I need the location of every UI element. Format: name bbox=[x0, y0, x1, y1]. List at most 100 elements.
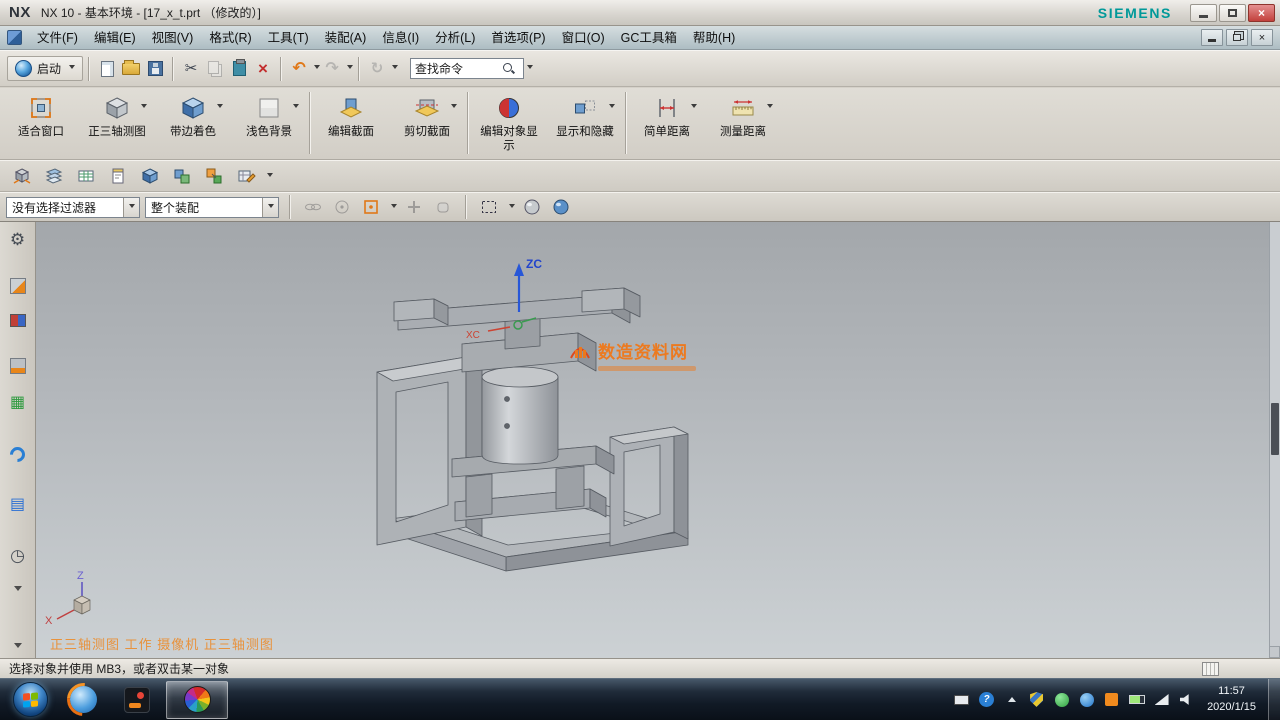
menu-information[interactable]: 信息(I) bbox=[374, 27, 427, 49]
menu-analysis[interactable]: 分析(L) bbox=[427, 27, 483, 49]
copy-button[interactable] bbox=[203, 56, 227, 82]
arrangements-edit-button[interactable] bbox=[232, 163, 260, 190]
keyboard-icon[interactable] bbox=[953, 691, 970, 708]
dropdown-caret-icon[interactable] bbox=[609, 104, 615, 111]
open-file-button[interactable] bbox=[119, 56, 143, 82]
taskbar-nx-button[interactable] bbox=[166, 681, 228, 719]
tray-expand-icon[interactable] bbox=[1003, 691, 1020, 708]
part-navigator-icon[interactable] bbox=[8, 356, 28, 376]
measure-distance-button[interactable]: 测量距离 bbox=[705, 90, 781, 156]
snap-caret-icon[interactable] bbox=[391, 204, 397, 211]
chevron-down-icon[interactable] bbox=[14, 586, 22, 595]
fit-window-button[interactable]: 适合窗口 bbox=[3, 90, 79, 156]
component-table-button[interactable] bbox=[72, 163, 100, 190]
minimize-button[interactable] bbox=[1190, 4, 1217, 22]
dropdown-caret-icon[interactable] bbox=[451, 104, 457, 111]
highlight-toggle-button[interactable] bbox=[520, 195, 544, 220]
dropdown-caret-icon[interactable] bbox=[691, 104, 697, 111]
save-button[interactable] bbox=[143, 56, 167, 82]
start-menu-button[interactable]: 启动 bbox=[7, 56, 83, 81]
taskbar-clock[interactable]: 11:57 2020/1/15 bbox=[1201, 684, 1268, 715]
combo-caret-button[interactable] bbox=[262, 198, 278, 217]
cut-button[interactable]: ✂ bbox=[179, 56, 203, 82]
mdi-restore-button[interactable] bbox=[1226, 29, 1248, 46]
menu-help[interactable]: 帮助(H) bbox=[685, 27, 743, 49]
menu-file[interactable]: 文件(F) bbox=[29, 27, 86, 49]
menu-window[interactable]: 窗口(O) bbox=[554, 27, 613, 49]
volume-icon[interactable] bbox=[1178, 691, 1195, 708]
search-dropdown-caret-icon[interactable] bbox=[527, 65, 533, 72]
mdi-minimize-button[interactable] bbox=[1201, 29, 1223, 46]
menu-preferences[interactable]: 首选项(P) bbox=[483, 27, 553, 49]
dropdown-caret-icon[interactable] bbox=[217, 104, 223, 111]
update-icon[interactable] bbox=[1103, 691, 1120, 708]
gear-icon[interactable]: ⚙ bbox=[8, 230, 28, 250]
messenger-icon[interactable] bbox=[1078, 691, 1095, 708]
redo-dropdown-caret-icon[interactable] bbox=[347, 65, 353, 72]
rectangle-select-button[interactable] bbox=[477, 195, 501, 220]
knowledge-book-icon[interactable]: ▤ bbox=[8, 494, 28, 514]
repeat-dropdown-caret-icon[interactable] bbox=[392, 65, 398, 72]
reuse-library-icon[interactable]: ▦ bbox=[8, 392, 28, 412]
menu-gc-toolbox[interactable]: GC工具箱 bbox=[613, 27, 685, 49]
viewport-scrollbar[interactable] bbox=[1269, 222, 1280, 646]
new-file-button[interactable] bbox=[95, 56, 119, 82]
menu-assembly[interactable]: 装配(A) bbox=[317, 27, 375, 49]
edit-object-display-button[interactable]: 编辑对象显示 bbox=[471, 90, 547, 156]
cad-model[interactable]: ZC XC Z X bbox=[36, 222, 1280, 658]
snap-settings-button[interactable] bbox=[359, 195, 383, 220]
web-browser-icon[interactable] bbox=[8, 444, 28, 464]
wave-geometry-button[interactable] bbox=[200, 163, 228, 190]
security-shield-icon[interactable] bbox=[1028, 691, 1045, 708]
undo-button[interactable]: ↶ bbox=[287, 56, 311, 82]
command-search-box[interactable] bbox=[410, 58, 524, 79]
light-background-button[interactable]: 浅色背景 bbox=[231, 90, 307, 156]
component-report-button[interactable] bbox=[104, 163, 132, 190]
assembly-constraints-button[interactable] bbox=[168, 163, 196, 190]
combo-caret-button[interactable] bbox=[123, 198, 139, 217]
paste-button[interactable] bbox=[227, 56, 251, 82]
clip-section-button[interactable]: 剪切截面 bbox=[389, 90, 465, 156]
dropdown-caret-icon[interactable] bbox=[293, 104, 299, 111]
maximize-button[interactable] bbox=[1219, 4, 1246, 22]
taskbar-app-button[interactable] bbox=[113, 681, 160, 719]
mdi-close-button[interactable]: × bbox=[1251, 29, 1273, 46]
chevron-down-icon[interactable] bbox=[14, 643, 22, 652]
add-component-button[interactable] bbox=[136, 163, 164, 190]
assembly-navigator-icon[interactable] bbox=[8, 276, 28, 296]
dropdown-caret-icon[interactable] bbox=[767, 104, 773, 111]
menu-tools[interactable]: 工具(T) bbox=[260, 27, 317, 49]
repeat-command-button[interactable]: ↻ bbox=[365, 56, 389, 82]
network-icon[interactable] bbox=[1153, 691, 1170, 708]
graphics-viewport[interactable]: ZC XC Z X bbox=[36, 222, 1280, 658]
snap-point-button[interactable] bbox=[330, 195, 354, 220]
history-clock-icon[interactable]: ◷ bbox=[8, 546, 28, 566]
close-button[interactable]: × bbox=[1248, 4, 1275, 22]
assembly-layers-button[interactable] bbox=[40, 163, 68, 190]
redo-button[interactable]: ↷ bbox=[320, 56, 344, 82]
simple-distance-button[interactable]: 简单距离 bbox=[629, 90, 705, 156]
menu-format[interactable]: 格式(R) bbox=[201, 27, 259, 49]
delete-button[interactable]: × bbox=[251, 56, 275, 82]
selection-scope-combo[interactable]: 整个装配 bbox=[145, 197, 279, 218]
interpart-link-button[interactable] bbox=[301, 195, 325, 220]
scrollbar-thumb[interactable] bbox=[1271, 403, 1279, 455]
start-orb-button[interactable] bbox=[13, 682, 48, 717]
dropdown-caret-icon[interactable] bbox=[141, 104, 147, 111]
assembly-more-caret-icon[interactable] bbox=[267, 173, 273, 180]
edit-section-button[interactable]: 编辑截面 bbox=[313, 90, 389, 156]
constraint-navigator-icon[interactable] bbox=[8, 310, 28, 330]
shaded-with-edges-button[interactable]: 带边着色 bbox=[155, 90, 231, 156]
show-and-hide-button[interactable]: 显示和隐藏 bbox=[547, 90, 623, 156]
selection-filter-combo[interactable]: 没有选择过滤器 bbox=[6, 197, 140, 218]
snap-grab-button[interactable] bbox=[431, 195, 455, 220]
help-icon[interactable]: ? bbox=[978, 691, 995, 708]
select-mode-caret-icon[interactable] bbox=[509, 204, 515, 211]
rollover-toggle-button[interactable] bbox=[549, 195, 573, 220]
menu-edit[interactable]: 编辑(E) bbox=[86, 27, 144, 49]
menu-view[interactable]: 视图(V) bbox=[144, 27, 202, 49]
snap-plus-button[interactable] bbox=[402, 195, 426, 220]
status-panel-icon[interactable] bbox=[1202, 662, 1219, 676]
move-component-button[interactable] bbox=[8, 163, 36, 190]
isometric-view-button[interactable]: 正三轴测图 bbox=[79, 90, 155, 156]
